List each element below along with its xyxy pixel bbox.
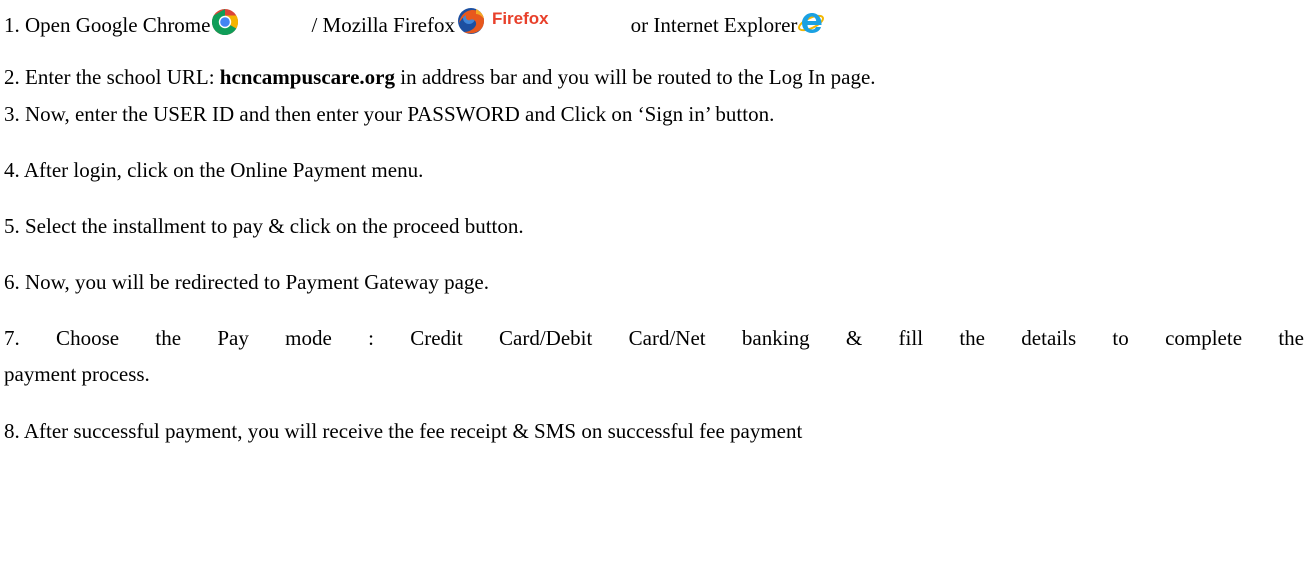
firefox-wordmark: Firefox [491, 9, 549, 28]
step-1: 1. Open Google Chrome / Mozilla Firefox … [4, 6, 826, 42]
step-3: 3. Now, enter the USER ID and then enter… [4, 101, 774, 127]
internet-explorer-logo-icon [798, 8, 826, 42]
firefox-logo-icon [456, 6, 486, 42]
step-4-text: 4. After login, click on the Online Paym… [4, 158, 424, 182]
step-1-text-ie: or Internet Explorer [630, 13, 798, 37]
step-7-line-1: 7. Choose the Pay mode : Credit Card/Deb… [4, 325, 1304, 351]
step-7-text-line-2: payment process. [4, 362, 150, 386]
step-2-text-a: 2. Enter the school URL: [4, 65, 220, 89]
step-8-text: 8. After successful payment, you will re… [4, 419, 803, 443]
school-url: hcncampuscare.org [219, 65, 395, 89]
step-2-text-b: in address bar and you will be routed to… [394, 65, 876, 89]
step-7-line-2: payment process. [4, 361, 150, 387]
step-7-text-line-1: 7. Choose the Pay mode : Credit Card/Deb… [4, 326, 1304, 350]
step-4: 4. After login, click on the Online Paym… [4, 157, 423, 183]
step-2: 2. Enter the school URL: hcncampuscare.o… [4, 64, 876, 90]
step-8: 8. After successful payment, you will re… [4, 418, 802, 444]
step-6-text: 6. Now, you will be redirected to Paymen… [4, 270, 489, 294]
step-6: 6. Now, you will be redirected to Paymen… [4, 269, 489, 295]
step-5-text: 5. Select the installment to pay & click… [4, 214, 524, 238]
step-5: 5. Select the installment to pay & click… [4, 213, 524, 239]
step-1-text-firefox: / Mozilla Firefox [311, 13, 455, 37]
step-3-text: 3. Now, enter the USER ID and then enter… [4, 102, 775, 126]
step-1-text-chrome: 1. Open Google Chrome [4, 13, 211, 37]
chrome-logo-icon [211, 8, 239, 42]
